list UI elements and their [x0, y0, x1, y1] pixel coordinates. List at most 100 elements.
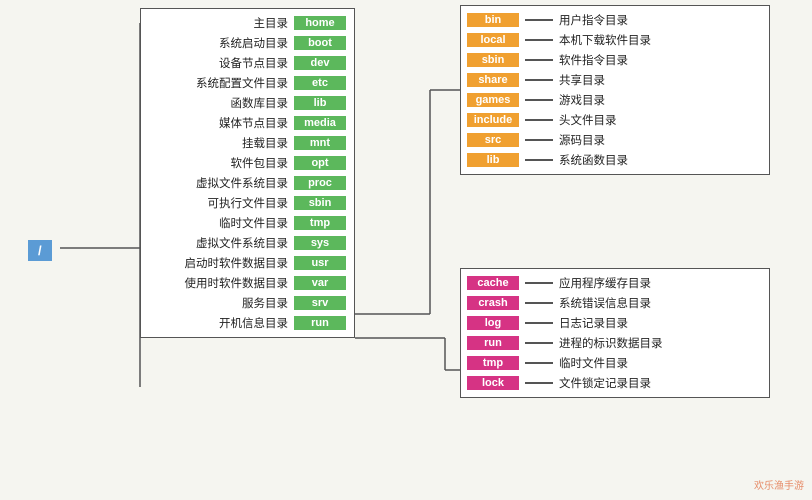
dir-label-boot: 系统启动目录	[145, 35, 288, 51]
dir-row-tmp: 临时文件目录 tmp	[141, 213, 354, 233]
sub-row-src: src 源码目录	[461, 130, 769, 150]
dir-badge-lib: lib	[294, 96, 346, 110]
dir-row-sys: 虚拟文件系统目录 sys	[141, 233, 354, 253]
sub-row-tmp-var: tmp 临时文件目录	[461, 353, 769, 373]
dir-label-proc: 虚拟文件系统目录	[145, 175, 288, 191]
sub-row-share: share 共享目录	[461, 70, 769, 90]
sub-desc-lib: 系统函数目录	[559, 152, 628, 168]
sub-line-bin	[525, 19, 553, 21]
dir-label-sbin: 可执行文件目录	[145, 195, 288, 211]
sub-desc-games: 游戏目录	[559, 92, 605, 108]
sub-desc-local: 本机下载软件目录	[559, 32, 651, 48]
sub-badge-crash: crash	[467, 296, 519, 310]
sub-desc-run-var: 进程的标识数据目录	[559, 335, 663, 351]
sub-desc-share: 共享目录	[559, 72, 605, 88]
sub-badge-local: local	[467, 33, 519, 47]
usr-subdir-box: bin 用户指令目录 local 本机下载软件目录 sbin 软件指令目录 sh…	[460, 5, 770, 175]
sub-badge-run-var: run	[467, 336, 519, 350]
dir-label-sys: 虚拟文件系统目录	[145, 235, 288, 251]
sub-line-share	[525, 79, 553, 81]
dir-row-proc: 虚拟文件系统目录 proc	[141, 173, 354, 193]
sub-badge-src: src	[467, 133, 519, 147]
dir-label-media: 媒体节点目录	[145, 115, 288, 131]
sub-line-tmp-var	[525, 362, 553, 364]
sub-row-run-var: run 进程的标识数据目录	[461, 333, 769, 353]
dir-badge-sys: sys	[294, 236, 346, 250]
sub-badge-share: share	[467, 73, 519, 87]
dir-label-lib: 函数库目录	[145, 95, 288, 111]
dir-badge-media: media	[294, 116, 346, 130]
dir-badge-mnt: mnt	[294, 136, 346, 150]
dir-row-boot: 系统启动目录 boot	[141, 33, 354, 53]
sub-row-include: include 头文件目录	[461, 110, 769, 130]
sub-desc-tmp-var: 临时文件目录	[559, 355, 628, 371]
dir-row-etc: 系统配置文件目录 etc	[141, 73, 354, 93]
dir-label-opt: 软件包目录	[145, 155, 288, 171]
dir-badge-home: home	[294, 16, 346, 30]
main-directory-box: 主目录 home 系统启动目录 boot 设备节点目录 dev 系统配置文件目录…	[140, 8, 355, 338]
sub-badge-games: games	[467, 93, 519, 107]
sub-badge-lock: lock	[467, 376, 519, 390]
sub-line-games	[525, 99, 553, 101]
sub-badge-bin: bin	[467, 13, 519, 27]
sub-row-log: log 日志记录目录	[461, 313, 769, 333]
sub-desc-include: 头文件目录	[559, 112, 617, 128]
sub-row-crash: crash 系统错误信息目录	[461, 293, 769, 313]
sub-desc-bin: 用户指令目录	[559, 12, 628, 28]
dir-row-mnt: 挂载目录 mnt	[141, 133, 354, 153]
watermark: 欢乐渔手游	[754, 477, 804, 492]
dir-label-run: 开机信息目录	[145, 315, 288, 331]
sub-desc-cache: 应用程序缓存目录	[559, 275, 651, 291]
sub-line-lock	[525, 382, 553, 384]
sub-desc-src: 源码目录	[559, 132, 605, 148]
dir-badge-tmp: tmp	[294, 216, 346, 230]
dir-label-etc: 系统配置文件目录	[145, 75, 288, 91]
sub-desc-lock: 文件锁定记录目录	[559, 375, 651, 391]
dir-label-srv: 服务目录	[145, 295, 288, 311]
dir-row-srv: 服务目录 srv	[141, 293, 354, 313]
dir-badge-run: run	[294, 316, 346, 330]
dir-label-mnt: 挂载目录	[145, 135, 288, 151]
dir-label-tmp: 临时文件目录	[145, 215, 288, 231]
diagram: / 主目录 home 系统启动目录 boot 设备节点目录 dev 系统配置文件…	[0, 0, 812, 500]
sub-row-cache: cache 应用程序缓存目录	[461, 273, 769, 293]
dir-row-opt: 软件包目录 opt	[141, 153, 354, 173]
var-subdir-box: cache 应用程序缓存目录 crash 系统错误信息目录 log 日志记录目录…	[460, 268, 770, 398]
sub-row-lock: lock 文件锁定记录目录	[461, 373, 769, 393]
dir-row-sbin: 可执行文件目录 sbin	[141, 193, 354, 213]
dir-row-home: 主目录 home	[141, 13, 354, 33]
sub-desc-log: 日志记录目录	[559, 315, 628, 331]
dir-row-usr: 启动时软件数据目录 usr	[141, 253, 354, 273]
sub-desc-sbin: 软件指令目录	[559, 52, 628, 68]
dir-badge-etc: etc	[294, 76, 346, 90]
sub-row-sbin: sbin 软件指令目录	[461, 50, 769, 70]
dir-row-var: 使用时软件数据目录 var	[141, 273, 354, 293]
dir-row-dev: 设备节点目录 dev	[141, 53, 354, 73]
dir-badge-opt: opt	[294, 156, 346, 170]
sub-line-include	[525, 119, 553, 121]
sub-line-local	[525, 39, 553, 41]
dir-label-usr: 启动时软件数据目录	[145, 255, 288, 271]
sub-line-sbin	[525, 59, 553, 61]
sub-line-cache	[525, 282, 553, 284]
sub-badge-tmp-var: tmp	[467, 356, 519, 370]
sub-line-src	[525, 139, 553, 141]
dir-row-lib: 函数库目录 lib	[141, 93, 354, 113]
dir-label-dev: 设备节点目录	[145, 55, 288, 71]
sub-line-log	[525, 322, 553, 324]
dir-row-media: 媒体节点目录 media	[141, 113, 354, 133]
dir-label-home: 主目录	[145, 15, 288, 31]
dir-badge-dev: dev	[294, 56, 346, 70]
sub-badge-include: include	[467, 113, 519, 127]
dir-badge-usr: usr	[294, 256, 346, 270]
sub-line-run-var	[525, 342, 553, 344]
sub-badge-lib: lib	[467, 153, 519, 167]
sub-row-lib: lib 系统函数目录	[461, 150, 769, 170]
sub-line-crash	[525, 302, 553, 304]
sub-desc-crash: 系统错误信息目录	[559, 295, 651, 311]
dir-badge-boot: boot	[294, 36, 346, 50]
sub-badge-cache: cache	[467, 276, 519, 290]
dir-badge-srv: srv	[294, 296, 346, 310]
dir-badge-sbin: sbin	[294, 196, 346, 210]
sub-row-bin: bin 用户指令目录	[461, 10, 769, 30]
